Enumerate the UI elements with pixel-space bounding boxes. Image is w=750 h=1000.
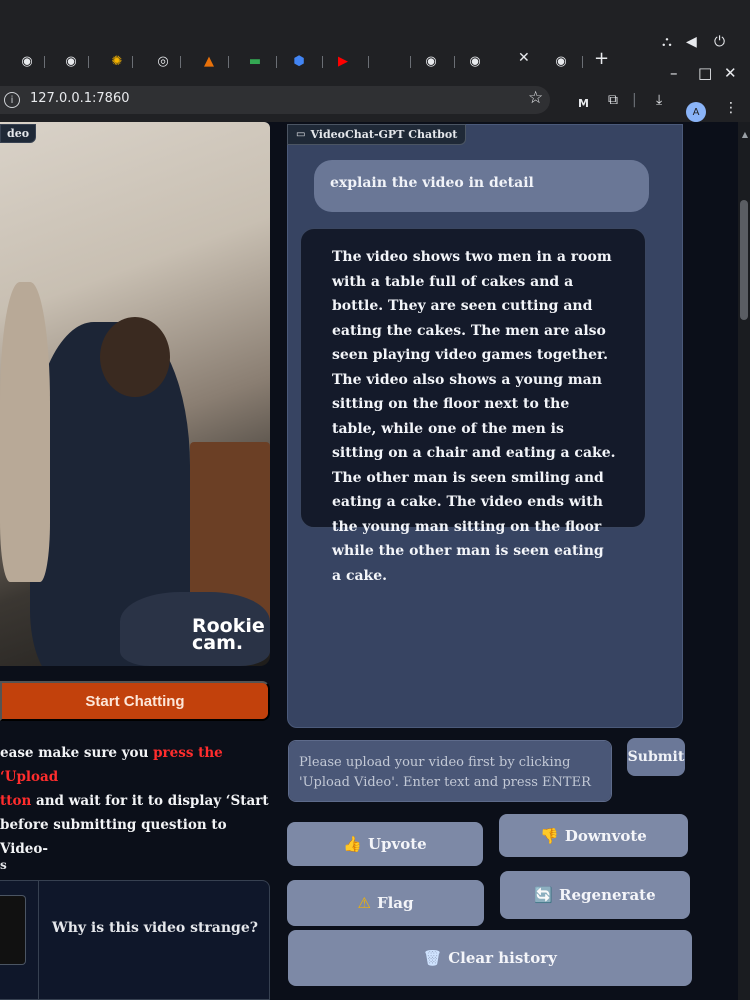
- address-bar[interactable]: i 127.0.0.1:7860 ☆: [0, 86, 550, 114]
- instructions-segment: ease make sure you: [0, 745, 154, 761]
- minimize-icon[interactable]: –: [670, 64, 678, 82]
- upvote-label: Upvote: [367, 835, 427, 853]
- examples-table: [0, 880, 270, 1000]
- regenerate-label: Regenerate: [559, 886, 656, 904]
- example-video-thumbnail[interactable]: [0, 895, 26, 965]
- regenerate-button[interactable]: 🔄 Regenerate: [500, 871, 690, 919]
- chat-bubble-icon: ▭: [296, 129, 306, 140]
- trash-icon: 🗑: [423, 949, 443, 967]
- thumbs-down-icon: 👎: [540, 826, 559, 845]
- github-tab-icon[interactable]: ◉: [62, 52, 80, 70]
- thumbs-up-icon: 👍: [343, 835, 362, 853]
- example-question[interactable]: Why is this video strange?: [40, 920, 270, 936]
- message-input[interactable]: [288, 740, 612, 802]
- chatbot-label: ▭ VideoChat-GPT Chatbot: [287, 124, 467, 145]
- tab-separator: [322, 56, 323, 68]
- video-player[interactable]: [0, 122, 270, 666]
- example-divider: [38, 880, 39, 1000]
- user-message-bubble: explain the video in detail: [314, 160, 649, 212]
- extension-m-icon[interactable]: M: [578, 97, 589, 110]
- github-tab-icon[interactable]: ◉: [18, 52, 36, 70]
- flag-label: Flag: [376, 894, 414, 912]
- video-watermark: Rookie cam.: [192, 617, 265, 654]
- watermark-line: cam.: [192, 632, 244, 654]
- tab-strip: ◉ ◉ ✺ ◎ ▲ ▬ ⬢ ▶ ◉ ◉ ✕ ◉ +: [0, 40, 750, 84]
- info-icon[interactable]: i: [4, 92, 20, 108]
- warning-icon: ⚠: [357, 894, 371, 912]
- instructions-text: ease make sure you press the ‘Upload tto…: [0, 741, 270, 861]
- chatbot-label-text: VideoChat-GPT Chatbot: [310, 128, 458, 141]
- scroll-up-arrow-icon[interactable]: ▲: [742, 130, 748, 139]
- bookmark-star-icon[interactable]: ☆: [528, 88, 543, 108]
- power-icon: ⏻: [714, 34, 726, 50]
- circle-tab-icon[interactable]: ◎: [154, 52, 172, 70]
- flag-button[interactable]: ⚠ Flag: [287, 880, 484, 926]
- tab-separator: [44, 56, 45, 68]
- bot-message-bubble: The video shows two men in a room with a…: [300, 228, 646, 584]
- grid-tab-icon[interactable]: ▬: [246, 52, 264, 70]
- github-tab-icon[interactable]: ◉: [466, 52, 484, 70]
- tab-separator: [276, 56, 277, 68]
- new-tab-button[interactable]: +: [594, 48, 609, 69]
- video-figure: [0, 282, 50, 582]
- downvote-button[interactable]: 👎 Downvote: [499, 814, 688, 857]
- tab-separator: [88, 56, 89, 68]
- url-text[interactable]: 127.0.0.1:7860: [30, 91, 130, 106]
- profile-avatar[interactable]: A: [686, 102, 706, 122]
- browser-chrome: ◉ ◉ ✺ ◎ ▲ ▬ ⬢ ▶ ◉ ◉ ✕ ◉ + ⛬ ◀ ⏻ – □ ✕ i …: [0, 0, 750, 122]
- scroll-thumb[interactable]: [740, 200, 748, 320]
- menu-dots-icon[interactable]: ⋮: [724, 100, 738, 116]
- download-icon[interactable]: ⤓: [656, 92, 662, 108]
- instructions-line: ease make sure you press the ‘Upload: [0, 741, 270, 789]
- tab-separator: [180, 56, 181, 68]
- tab-separator: [410, 56, 411, 68]
- toolbar-separator: |: [632, 92, 637, 108]
- instructions-segment: and wait for it to display ‘Start: [31, 793, 269, 809]
- github-tab-icon[interactable]: ◉: [422, 52, 440, 70]
- tab-separator: [582, 56, 583, 68]
- network-icon: ⛬: [662, 34, 672, 50]
- extensions-puzzle-icon[interactable]: ⧉: [608, 92, 618, 108]
- downvote-label: Downvote: [564, 826, 647, 845]
- video-figure: [100, 317, 170, 397]
- clear-history-label: Clear history: [448, 949, 557, 967]
- video-panel-label: deo: [0, 124, 37, 143]
- submit-button[interactable]: Submit: [627, 738, 685, 776]
- upvote-button[interactable]: 👍 Upvote: [287, 822, 483, 866]
- maximize-icon[interactable]: □: [698, 64, 712, 82]
- close-window-icon[interactable]: ✕: [724, 64, 737, 82]
- refresh-icon: 🔄: [534, 886, 554, 904]
- instructions-line: tton and wait for it to display ‘Start: [0, 789, 270, 813]
- instructions-line: before submitting question to Video-: [0, 817, 227, 857]
- tab-separator: [132, 56, 133, 68]
- youtube-tab-icon[interactable]: ▶: [334, 52, 352, 70]
- instructions-warning: tton: [0, 793, 32, 809]
- flame-tab-icon[interactable]: ▲: [200, 52, 218, 70]
- start-chatting-button[interactable]: Start Chatting: [0, 681, 270, 721]
- tab-separator: [454, 56, 455, 68]
- volume-icon: ◀: [686, 34, 697, 50]
- sun-tab-icon[interactable]: ✺: [108, 52, 126, 70]
- chrome-tab-icon[interactable]: ◉: [552, 52, 570, 70]
- clear-history-button[interactable]: 🗑 Clear history: [288, 930, 692, 986]
- tab-separator: [228, 56, 229, 68]
- shield-tab-icon[interactable]: ⬢: [290, 52, 308, 70]
- close-tab-icon[interactable]: ✕: [518, 50, 530, 66]
- examples-label: s: [0, 858, 7, 872]
- tab-separator: [368, 56, 369, 68]
